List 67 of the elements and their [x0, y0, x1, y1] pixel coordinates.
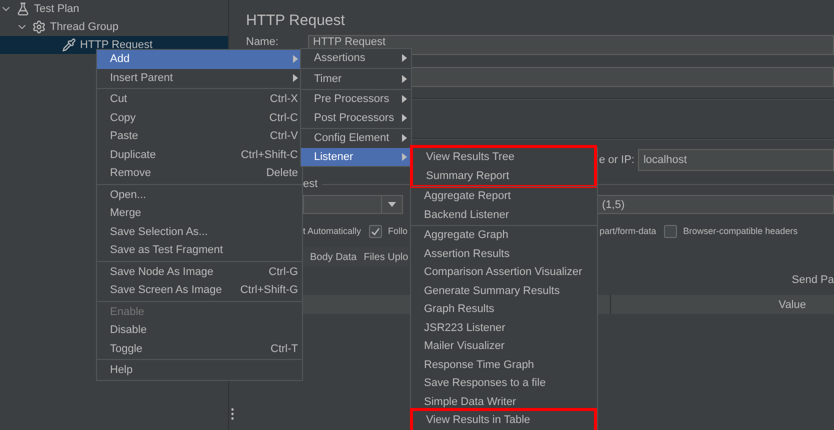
section-label: Send Pa	[792, 274, 834, 286]
menu-item[interactable]: Paste Ctrl-V	[97, 127, 302, 146]
option-label: t Automatically	[303, 226, 362, 236]
menu-item[interactable]: Save as Test Fragment	[97, 241, 302, 260]
menu-item[interactable]: Open...	[97, 186, 302, 204]
option-label: part/form-data	[600, 226, 656, 236]
checkbox-label: Follo	[388, 226, 408, 236]
checkbox-label: Browser-compatible headers	[683, 226, 798, 236]
menu-item[interactable]: Response Time Graph	[411, 356, 597, 374]
menu-item[interactable]: View Results Tree	[413, 148, 594, 166]
pipette-icon	[62, 38, 76, 52]
tab[interactable]: Files Uplo	[356, 252, 408, 262]
menu-item[interactable]: Pre Processors	[301, 90, 411, 108]
menu-item[interactable]: Generate Summary Results	[411, 282, 597, 300]
menu-item[interactable]: Mailer Visualizer	[411, 337, 597, 356]
name-label: Name:	[246, 36, 280, 48]
menu-item[interactable]: Save Responses to a file	[411, 374, 597, 392]
tree-item[interactable]: Test Plan	[0, 0, 228, 18]
column-header[interactable]: Value	[610, 295, 834, 314]
menu-item[interactable]: Duplicate Ctrl+Shift-C	[97, 146, 302, 164]
submenu-arrow-icon	[402, 114, 407, 122]
menu-item[interactable]: View Results in Table	[413, 411, 594, 430]
group-title: est	[303, 178, 318, 190]
menu-item[interactable]: Add	[97, 50, 302, 68]
flask-icon	[16, 2, 30, 16]
menu-item[interactable]: Post Processors	[301, 108, 411, 127]
submenu-arrow-icon	[402, 74, 407, 83]
menu-item[interactable]: Config Element	[301, 129, 411, 148]
menu-item[interactable]: Cut Ctrl-X	[97, 90, 302, 108]
server-label: e or IP:	[599, 154, 634, 166]
tab[interactable]: Body Data	[303, 252, 357, 262]
submenu-arrow-icon	[293, 55, 298, 64]
menu-item[interactable]: Insert Parent	[97, 68, 302, 87]
submenu-arrow-icon	[402, 54, 407, 62]
submenu-arrow-icon	[402, 152, 407, 161]
menu-item[interactable]: Copy Ctrl-C	[97, 108, 302, 127]
menu-item[interactable]: Save Screen As Image Ctrl+Shift-G	[97, 281, 302, 300]
menu-item[interactable]: Toggle Ctrl-T	[97, 340, 302, 358]
dropdown-arrow-icon	[388, 202, 396, 207]
menu-item[interactable]: Simple Data Writer	[411, 392, 597, 411]
server-field[interactable]: localhost	[638, 149, 834, 171]
menu-item[interactable]: Save Selection As...	[97, 222, 302, 241]
menu-item[interactable]: Timer	[301, 70, 411, 88]
menu-item[interactable]: Aggregate Graph	[411, 226, 597, 244]
gear-icon	[32, 20, 46, 34]
submenu-arrow-icon	[293, 74, 298, 82]
checkbox[interactable]	[664, 224, 678, 238]
menu-item[interactable]: Assertion Results	[411, 244, 597, 263]
menu-item[interactable]: Disable	[97, 321, 302, 340]
tree-item[interactable]: Thread Group	[0, 18, 228, 36]
menu-item[interactable]: Merge	[97, 204, 302, 222]
menu-item[interactable]: Remove Delete	[97, 164, 302, 182]
checkbox[interactable]	[369, 224, 382, 238]
menu-item[interactable]: Save Node As Image Ctrl-G	[97, 262, 302, 281]
panel-title: HTTP Request	[246, 11, 346, 31]
menu-item[interactable]: Help	[97, 361, 302, 380]
menu-item[interactable]: Graph Results	[411, 300, 597, 318]
menu-item[interactable]: Aggregate Report	[411, 187, 597, 206]
menu-item[interactable]: Backend Listener	[411, 206, 597, 224]
splitter-handle-icon[interactable]	[231, 408, 234, 420]
submenu-arrow-icon	[402, 134, 407, 142]
submenu-arrow-icon	[402, 95, 407, 104]
menu-item[interactable]: JSR223 Listener	[411, 318, 597, 337]
text-field[interactable]: (1,5)	[597, 195, 834, 214]
menu-item[interactable]: Listener	[301, 148, 411, 166]
menu-item[interactable]: Summary Report	[413, 166, 594, 185]
menu-item[interactable]: Comparison Assertion Visualizer	[411, 263, 597, 282]
